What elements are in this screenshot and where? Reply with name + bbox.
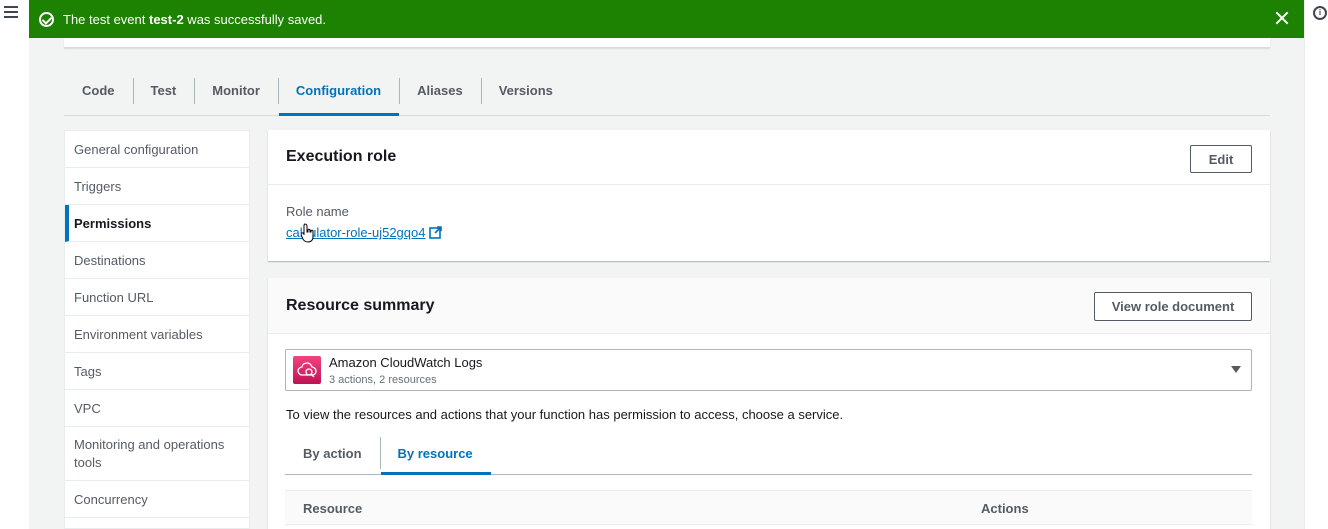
tab-configuration[interactable]: Configuration xyxy=(277,66,400,116)
flash-message: The test event test-2 was successfully s… xyxy=(63,11,327,27)
sidenav-item-vpc[interactable]: VPC xyxy=(65,390,249,427)
tab-aliases[interactable]: Aliases xyxy=(399,66,481,115)
cloudwatch-logs-icon xyxy=(293,356,321,384)
function-overview-card-edge xyxy=(64,38,1270,48)
resource-summary-card: Resource summary View role document Amaz… xyxy=(268,278,1270,529)
edit-button[interactable]: Edit xyxy=(1190,145,1252,173)
success-check-icon xyxy=(39,11,54,27)
service-name: Amazon CloudWatch Logs xyxy=(329,355,483,370)
function-tabs: Code Test Monitor Configuration Aliases … xyxy=(64,66,1270,116)
tab-monitor[interactable]: Monitor xyxy=(194,66,278,115)
sidenav-item-function-url[interactable]: Function URL xyxy=(65,279,249,316)
right-rail: i xyxy=(1304,0,1328,529)
execution-role-title: Execution role xyxy=(286,148,397,165)
role-name-label: Role name xyxy=(286,204,349,219)
menu-icon[interactable] xyxy=(4,6,18,20)
view-role-document-button[interactable]: View role document xyxy=(1094,292,1252,321)
tab-test[interactable]: Test xyxy=(132,66,195,115)
sidenav-item-monitoring[interactable]: Monitoring and operations tools xyxy=(65,427,249,481)
configuration-sidenav: General configuration Triggers Permissio… xyxy=(64,130,250,529)
info-icon[interactable]: i xyxy=(1313,6,1327,20)
resource-view-tabs: By action By resource xyxy=(285,433,1252,475)
sidenav-item-destinations[interactable]: Destinations xyxy=(65,242,249,279)
external-link-icon xyxy=(429,226,443,239)
tab-by-action[interactable]: By action xyxy=(285,433,380,474)
service-summary: 3 actions, 2 resources xyxy=(329,374,437,386)
sidenav-item-tags[interactable]: Tags xyxy=(65,353,249,390)
execution-role-header: Execution role xyxy=(268,130,1270,185)
tab-code[interactable]: Code xyxy=(64,66,133,115)
tab-versions[interactable]: Versions xyxy=(480,66,571,115)
column-header-resource: Resource xyxy=(303,501,363,516)
permission-help-text: To view the resources and actions that y… xyxy=(286,407,844,422)
resource-table-header: Resource Actions xyxy=(285,490,1252,525)
success-flashbar: The test event test-2 was successfully s… xyxy=(29,0,1304,38)
sidenav-item-concurrency[interactable]: Concurrency xyxy=(65,481,249,518)
mouse-pointer-icon xyxy=(301,223,314,243)
flash-event-name: test-2 xyxy=(149,11,184,27)
close-icon[interactable] xyxy=(1274,10,1290,26)
column-header-actions: Actions xyxy=(981,501,1029,516)
execution-role-card: Execution role Edit Role name calculator… xyxy=(268,130,1270,261)
resource-summary-title: Resource summary xyxy=(286,296,435,314)
sidenav-item-general-configuration[interactable]: General configuration xyxy=(65,131,249,168)
service-select[interactable]: Amazon CloudWatch Logs 3 actions, 2 reso… xyxy=(285,349,1252,391)
caret-down-icon xyxy=(1231,366,1241,373)
sidenav-item-permissions[interactable]: Permissions xyxy=(65,205,249,242)
tab-by-resource[interactable]: By resource xyxy=(379,433,491,475)
sidenav-item-environment-variables[interactable]: Environment variables xyxy=(65,316,249,353)
left-rail xyxy=(0,0,29,529)
sidenav-item-triggers[interactable]: Triggers xyxy=(65,168,249,205)
